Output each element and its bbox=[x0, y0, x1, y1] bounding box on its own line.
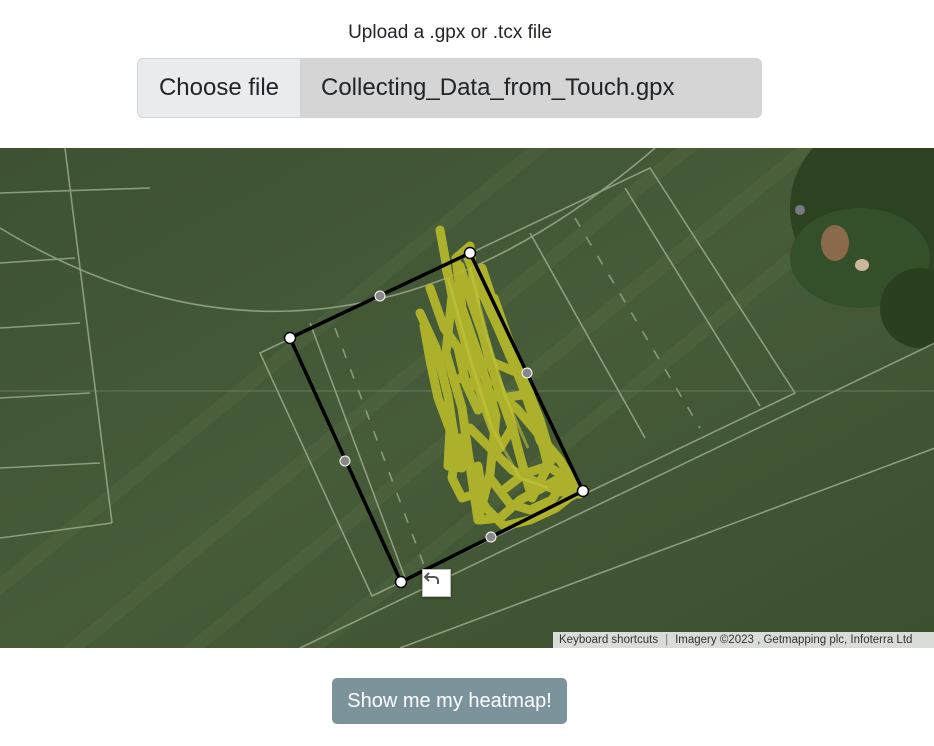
keyboard-shortcuts-link[interactable]: Keyboard shortcuts bbox=[559, 634, 658, 646]
imagery-credit: Imagery ©2023 , Getmapping plc, Infoterr… bbox=[675, 634, 913, 646]
selected-file-name: Collecting_Data_from_Touch.gpx bbox=[321, 74, 675, 101]
undo-icon bbox=[423, 572, 439, 584]
map-attribution: Keyboard shortcuts | Imagery ©2023 , Get… bbox=[553, 632, 934, 648]
choose-file-button[interactable]: Choose file bbox=[138, 59, 301, 117]
show-heatmap-button[interactable]: Show me my heatmap! bbox=[332, 678, 567, 724]
satellite-imagery bbox=[0, 148, 934, 648]
undo-button[interactable] bbox=[422, 569, 451, 597]
map-view[interactable]: Keyboard shortcuts | Imagery ©2023 , Get… bbox=[0, 148, 934, 648]
file-input[interactable]: Choose file Collecting_Data_from_Touch.g… bbox=[137, 58, 762, 118]
upload-label: Upload a .gpx or .tcx file bbox=[348, 22, 552, 43]
attribution-separator: | bbox=[665, 634, 669, 646]
